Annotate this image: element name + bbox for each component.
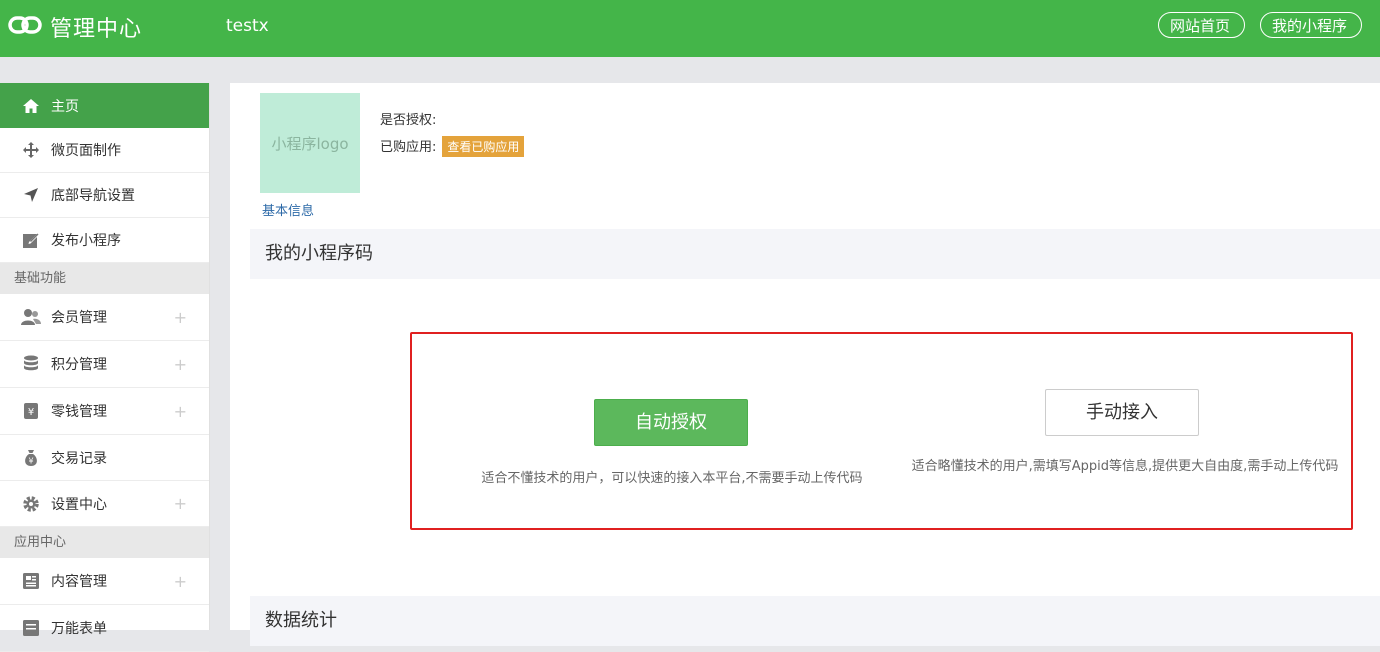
sidebar-section-apps: 应用中心 <box>0 527 209 558</box>
sidebar-item-home[interactable]: 主页 <box>0 83 209 128</box>
website-home-button[interactable]: 网站首页 <box>1158 12 1245 38</box>
link-chain-icon <box>8 15 42 39</box>
move-icon <box>21 140 41 160</box>
view-purchased-apps-button[interactable]: 查看已购应用 <box>442 136 525 157</box>
sidebar-item-label: 发布小程序 <box>51 233 121 249</box>
sidebar: 主页 微页面制作 底部导航设置 发布小程序 基础功能 会员管理 + 积分管理 + <box>0 83 210 652</box>
expand-plus-icon[interactable]: + <box>174 355 187 374</box>
current-app-name: testx <box>226 16 269 36</box>
main-content: 小程序logo 基本信息 是否授权: 已购应用: 查看已购应用 我的小程序码 自动… <box>230 83 1380 646</box>
basic-info-link[interactable]: 基本信息 <box>262 200 314 219</box>
stats-section-title: 数据统计 <box>250 596 1380 646</box>
sidebar-item-content[interactable]: 内容管理 + <box>0 558 209 605</box>
miniprogram-logo-placeholder: 小程序logo <box>260 93 360 193</box>
my-miniprogram-button[interactable]: 我的小程序 <box>1260 12 1362 38</box>
auto-authorize-description: 适合不懂技术的用户，可以快速的接入本平台,不需要手动上传代码 <box>481 471 863 486</box>
sidebar-item-forms[interactable]: 万能表单 <box>0 605 209 652</box>
manual-access-button[interactable]: 手动接入 <box>1045 389 1199 436</box>
sidebar-item-label: 主页 <box>51 98 79 115</box>
money-bag-icon: ¥ <box>21 448 41 468</box>
expand-plus-icon[interactable]: + <box>174 572 187 591</box>
sidebar-item-label: 会员管理 <box>51 310 107 326</box>
wallet-yen-icon: ¥ <box>21 401 41 421</box>
sidebar-section-basic: 基础功能 <box>0 263 209 294</box>
sidebar-item-bottom-nav[interactable]: 底部导航设置 <box>0 173 209 218</box>
sidebar-item-label: 积分管理 <box>51 357 107 373</box>
sidebar-item-label: 底部导航设置 <box>51 188 135 204</box>
sidebar-item-members[interactable]: 会员管理 + <box>0 294 209 341</box>
expand-plus-icon[interactable]: + <box>174 494 187 513</box>
sidebar-item-label: 设置中心 <box>51 496 107 513</box>
edit-square-icon <box>21 230 41 250</box>
sidebar-item-label: 内容管理 <box>51 574 107 590</box>
top-header: 管理中心 testx 网站首页 我的小程序 <box>0 0 1380 57</box>
gear-icon <box>21 494 41 514</box>
form-icon <box>21 618 41 638</box>
newspaper-icon <box>21 571 41 591</box>
home-icon <box>21 96 41 116</box>
purchased-apps-row: 已购应用: 查看已购应用 <box>380 136 525 157</box>
auto-authorize-button[interactable]: 自动授权 <box>594 399 748 446</box>
sidebar-item-transactions[interactable]: ¥ 交易记录 <box>0 435 209 481</box>
sidebar-item-settings[interactable]: 设置中心 + <box>0 481 209 527</box>
svg-text:¥: ¥ <box>28 407 34 418</box>
sidebar-item-points[interactable]: 积分管理 + <box>0 341 209 388</box>
sidebar-item-publish[interactable]: 发布小程序 <box>0 218 209 263</box>
svg-text:¥: ¥ <box>28 456 33 465</box>
sidebar-item-change[interactable]: ¥ 零钱管理 + <box>0 388 209 435</box>
users-icon <box>21 307 41 327</box>
expand-plus-icon[interactable]: + <box>174 402 187 421</box>
qrcode-section-title: 我的小程序码 <box>250 229 1380 279</box>
sidebar-item-label: 零钱管理 <box>51 404 107 420</box>
sidebar-item-label: 微页面制作 <box>51 143 121 159</box>
sidebar-item-label: 万能表单 <box>51 621 107 637</box>
access-options-panel: 自动授权 适合不懂技术的用户，可以快速的接入本平台,不需要手动上传代码 手动接入… <box>410 332 1353 530</box>
header-title: 管理中心 <box>50 17 143 42</box>
auth-status-label: 是否授权: <box>380 113 437 128</box>
navigation-arrow-icon <box>21 185 41 205</box>
sidebar-item-label: 交易记录 <box>51 450 107 467</box>
manual-access-description: 适合略懂技术的用户,需填写Appid等信息,提供更大自由度,需手动上传代码 <box>911 459 1339 474</box>
purchased-apps-label: 已购应用: <box>380 140 437 155</box>
database-icon <box>21 354 41 374</box>
sidebar-item-micropage[interactable]: 微页面制作 <box>0 128 209 173</box>
brand-logo[interactable]: 管理中心 <box>8 10 142 44</box>
expand-plus-icon[interactable]: + <box>174 308 187 327</box>
